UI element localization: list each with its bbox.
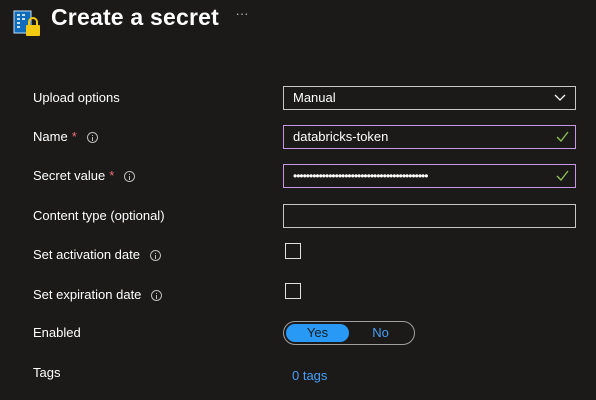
name-row: Name * databricks-token: [0, 122, 596, 152]
enabled-toggle[interactable]: Yes No: [283, 321, 415, 345]
secret-value-input[interactable]: ••••••••••••••••••••••••••••••••••••••••…: [283, 164, 576, 188]
content-type-row: Content type (optional): [0, 201, 596, 231]
chevron-down-icon: [554, 94, 566, 101]
info-icon[interactable]: [86, 131, 98, 143]
info-icon[interactable]: [149, 249, 161, 261]
enabled-row: Enabled Yes No: [0, 318, 596, 348]
required-asterisk: *: [109, 168, 115, 183]
checkmark-icon: [556, 131, 569, 142]
tags-link[interactable]: 0 tags: [292, 361, 327, 391]
content-type-input[interactable]: [283, 204, 576, 228]
expiration-date-row: Set expiration date: [0, 280, 596, 310]
page-header: Create a secret ···: [0, 0, 596, 50]
upload-options-row: Upload options Manual: [0, 83, 596, 113]
upload-options-value: Manual: [293, 90, 336, 105]
info-icon[interactable]: [124, 170, 136, 182]
content-type-label: Content type (optional): [33, 201, 165, 231]
tags-label-text: Tags: [33, 365, 61, 380]
expiration-date-label-text: Set expiration date: [33, 287, 142, 302]
expiration-date-label: Set expiration date: [33, 280, 163, 310]
secret-value-row: Secret value * •••••••••••••••••••••••••…: [0, 161, 596, 191]
more-options-button[interactable]: ···: [232, 4, 252, 24]
enabled-label-text: Enabled: [33, 325, 81, 340]
upload-options-label: Upload options: [33, 83, 120, 113]
required-asterisk: *: [71, 129, 77, 144]
content-type-label-text: Content type (optional): [33, 208, 165, 223]
info-icon[interactable]: [151, 289, 163, 301]
tags-row: Tags 0 tags: [0, 358, 596, 388]
tags-label: Tags: [33, 358, 60, 388]
secret-value-label-text: Secret value: [33, 168, 106, 183]
upload-options-dropdown[interactable]: Manual: [283, 86, 576, 110]
name-label-text: Name: [33, 129, 68, 144]
activation-date-label: Set activation date: [33, 240, 161, 270]
enabled-label: Enabled: [33, 318, 81, 348]
upload-options-label-text: Upload options: [33, 90, 120, 105]
name-input[interactable]: databricks-token: [283, 125, 576, 149]
key-vault-lock-icon: [13, 10, 40, 36]
name-input-value: databricks-token: [293, 129, 389, 144]
enabled-no-option[interactable]: No: [349, 324, 412, 342]
page-title: Create a secret: [51, 4, 219, 30]
activation-date-checkbox[interactable]: [285, 243, 301, 259]
expiration-date-checkbox[interactable]: [285, 283, 301, 299]
secret-value-label: Secret value *: [33, 161, 136, 191]
name-label: Name *: [33, 122, 98, 152]
activation-date-row: Set activation date: [0, 240, 596, 270]
secret-value-masked: ••••••••••••••••••••••••••••••••••••••••…: [293, 169, 428, 183]
enabled-yes-option[interactable]: Yes: [286, 324, 349, 342]
checkmark-icon: [556, 170, 569, 181]
activation-date-label-text: Set activation date: [33, 247, 140, 262]
